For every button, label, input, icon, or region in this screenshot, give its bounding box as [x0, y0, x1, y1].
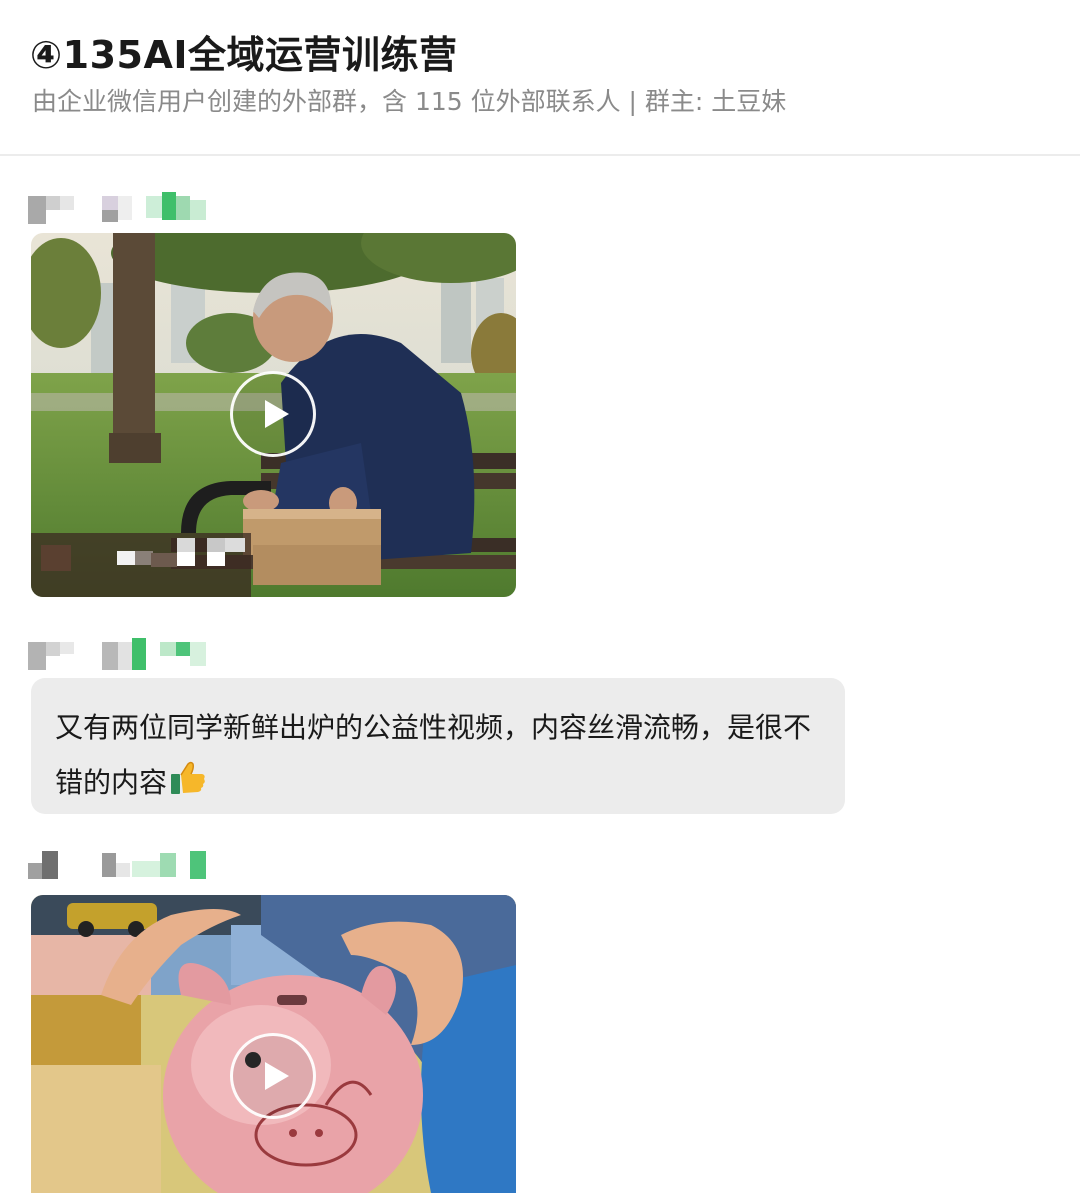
text-message-bubble[interactable]: 又有两位同学新鲜出炉的公益性视频，内容丝滑流畅，是很不错的内容 — [31, 678, 845, 814]
chat-header: ④135AI全域运营训练营 由企业微信用户创建的外部群，含 115 位外部联系人… — [0, 0, 1080, 156]
play-icon[interactable] — [230, 371, 316, 457]
sender-name-pixelated[interactable] — [28, 192, 218, 224]
video-message-elderly-man[interactable] — [31, 233, 516, 597]
message-text: 又有两位同学新鲜出炉的公益性视频，内容丝滑流畅，是很不错的内容 — [55, 700, 835, 814]
thumbs-up-icon — [169, 759, 207, 814]
play-icon[interactable] — [230, 1033, 316, 1119]
group-subtitle: 由企业微信用户创建的外部群，含 115 位外部联系人 | 群主: 土豆妹 — [32, 87, 787, 116]
group-title: ④135AI全域运营训练营 — [30, 33, 458, 77]
sender-name-pixelated[interactable] — [28, 849, 218, 881]
video-message-piggy-bank[interactable] — [31, 895, 516, 1193]
sender-name-pixelated[interactable] — [28, 638, 218, 670]
chat-window: ④135AI全域运营训练营 由企业微信用户创建的外部群，含 115 位外部联系人… — [0, 0, 1080, 1193]
